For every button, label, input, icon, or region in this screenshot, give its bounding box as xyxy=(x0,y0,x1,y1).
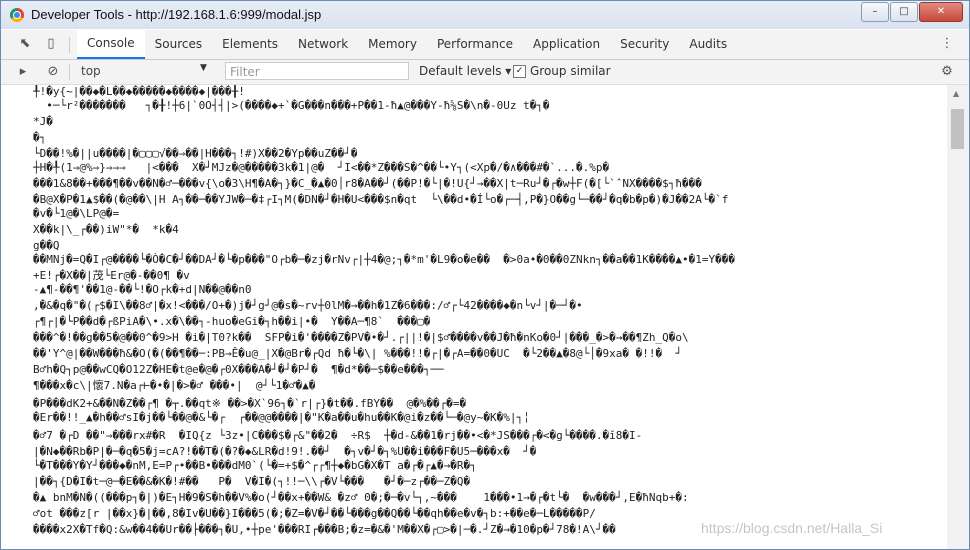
console-line: ╀!�y{~|��◆�L��◆�����◆����◆|���╂! xyxy=(33,85,245,98)
gear-icon[interactable]: ⚙ xyxy=(939,64,955,80)
tab-sources[interactable]: Sources xyxy=(145,30,212,59)
maximize-button[interactable]: □ xyxy=(890,2,918,22)
tab-application[interactable]: Application xyxy=(523,30,610,59)
scrollbar-thumb[interactable] xyxy=(951,109,964,149)
tab-audits[interactable]: Audits xyxy=(679,30,737,59)
toolbar-divider xyxy=(69,37,70,53)
console-line: �B@X�P�1▲$��(�@��\|H A┐��─��YJW�─�‡┌I┐M(… xyxy=(33,193,729,206)
console-line: �♂7 �┌D ��"⇒���rx#�R �IQ{z └3z•|C���$�┌&… xyxy=(33,429,643,442)
panel-tabs: Console Sources Elements Network Memory … xyxy=(77,30,737,59)
title-bar: Developer Tools - http://192.168.1.6:999… xyxy=(1,1,969,29)
console-line: X��k|\_┌��)iW"*� *k�4 xyxy=(33,223,179,236)
sidebar-toggle-icon[interactable]: ▸ xyxy=(15,64,31,80)
tab-memory[interactable]: Memory xyxy=(358,30,427,59)
close-button[interactable]: ✕ xyxy=(919,2,963,22)
vertical-scrollbar[interactable]: ▲ xyxy=(947,85,969,549)
inspect-element-icon[interactable]: ⬉ xyxy=(17,36,33,52)
group-similar-checkbox[interactable]: ✓ xyxy=(513,65,526,78)
console-line: �┐ xyxy=(33,131,47,144)
tab-network[interactable]: Network xyxy=(288,30,358,59)
console-line: |�N◆��Rb�P|�─�q�5�j=cA?!��T�(�?�◆&LR�d!9… xyxy=(33,445,537,458)
chrome-icon xyxy=(10,8,24,22)
window-title: Developer Tools - http://192.168.1.6:999… xyxy=(31,7,322,22)
console-line: �P���dK2+&��N�Z��┌¶ �┬.��qt※ ��>�X`96┐�`… xyxy=(33,397,467,410)
console-line: ¶���x�c\|懷7.N�a┌⊢�•�|�>�♂ ���•| @┘└1�♂�▲… xyxy=(33,379,316,392)
console-line: �▲ bnM�N�((���p┐�|)�E┐H�9�S�h��V%�o(┘��x… xyxy=(33,491,689,504)
console-line: ,�&�q�"�(┌$�I\��8♂|�x!<���/O+�)j�┘g┘@�s�… xyxy=(33,299,583,312)
minimize-button[interactable]: – xyxy=(861,2,889,22)
more-options-icon[interactable]: ⋮ xyxy=(939,36,955,52)
console-line: ��'Y^@|��W���ħ&�O(�(��¶��─:PB→Ê�u@_|X�@B… xyxy=(33,347,683,360)
console-line: ♂ot ���z[r |��x}�|��,8�Iv�U��}I���5(�;�Z… xyxy=(33,507,596,520)
window-controls: – □ ✕ xyxy=(861,2,963,22)
console-toolbar: ▸ ⊘ top ▼ Filter Default levels ▾ ✓ Grou… xyxy=(1,60,969,85)
console-line: |��┐{D�I�t─@─�E��&�K�!#�� P� V�I�(┐!!─\\… xyxy=(33,475,471,488)
console-line: ��MNj�=Q�I┌@����└�Ò�C�┘��DA┘�└�p���"O┌b�… xyxy=(33,253,735,266)
console-line: -▲¶-��¶'��1@-��└!�O┌k�+d|N��@��n0 xyxy=(33,283,252,296)
console-line: ����x2X�Tf�Q:&w��4��Ur��├���┐�U,•┼pe'���… xyxy=(33,523,616,536)
console-output: ╀!�y{~|��◆�L��◆�����◆����◆|���╂! •─└r²��… xyxy=(1,85,947,549)
log-levels-dropdown[interactable]: Default levels ▾ xyxy=(419,64,511,78)
filter-input[interactable]: Filter xyxy=(225,62,409,80)
scroll-up-arrow-icon[interactable]: ▲ xyxy=(953,89,959,98)
console-line: ┌¶┌|�└P��d�┌ßPiA�\•.x�\��┐-huo�eGi�┐h��i… xyxy=(33,315,431,328)
context-selector[interactable]: top xyxy=(81,64,101,78)
tab-performance[interactable]: Performance xyxy=(427,30,523,59)
toolbar-divider xyxy=(69,64,70,80)
console-line: •─└r²������� ┐�╂!┼6|`0O┤┤|>(����◆+`�G���… xyxy=(33,99,550,112)
tab-security[interactable]: Security xyxy=(610,30,679,59)
chevron-down-icon[interactable]: ▼ xyxy=(200,63,207,73)
console-line: ���^�!��g��5�@��0^�9>H �i�|T0?k�� SFP�i�… xyxy=(33,331,689,344)
console-line: ┼H�╀(1⇒@%⇒}⇒⇒⇒ |<��� X�┘MJz�@�����3k�1|@… xyxy=(33,161,610,174)
tab-console[interactable]: Console xyxy=(77,30,145,59)
tab-elements[interactable]: Elements xyxy=(212,30,288,59)
group-similar-label: Group similar xyxy=(530,64,611,78)
console-line: +E!┌�X��|茂└Er@�-��0¶ �v xyxy=(33,269,190,282)
watermark-text: https://blog.csdn.net/Halla_Si xyxy=(701,520,883,536)
panel-tab-bar: ⬉ ▯ Console Sources Elements Network Mem… xyxy=(1,30,969,60)
console-line: ���1&8��+���¶��v��N�♂─���v{\o�3\H¶�A�┐}�… xyxy=(33,177,702,190)
console-line: └D��!%�||u����|�▢▢▢√��⇒��|H���┐!#)X��2�Y… xyxy=(33,147,358,160)
console-line: *J� xyxy=(33,115,53,128)
console-line: �Er��!!_▲�h��♂sI�j��└��@�&└�┌ ┌��@@����|… xyxy=(33,411,530,424)
console-line: g��Q xyxy=(33,239,60,252)
console-line: └�T���Y�Y┘���◆�nM,E=P┌•��B•���dM0`(└�=+$… xyxy=(33,459,477,472)
console-line: B♂h�Q┐p@��wCQ�O12Z�HE�t@e�@�┌0X���A�┘�┘�… xyxy=(33,363,444,376)
device-toolbar-icon[interactable]: ▯ xyxy=(43,36,59,52)
console-line: �v�└1@�\LP@�= xyxy=(33,207,120,220)
devtools-window: Developer Tools - http://192.168.1.6:999… xyxy=(0,0,970,550)
clear-console-icon[interactable]: ⊘ xyxy=(45,64,61,80)
